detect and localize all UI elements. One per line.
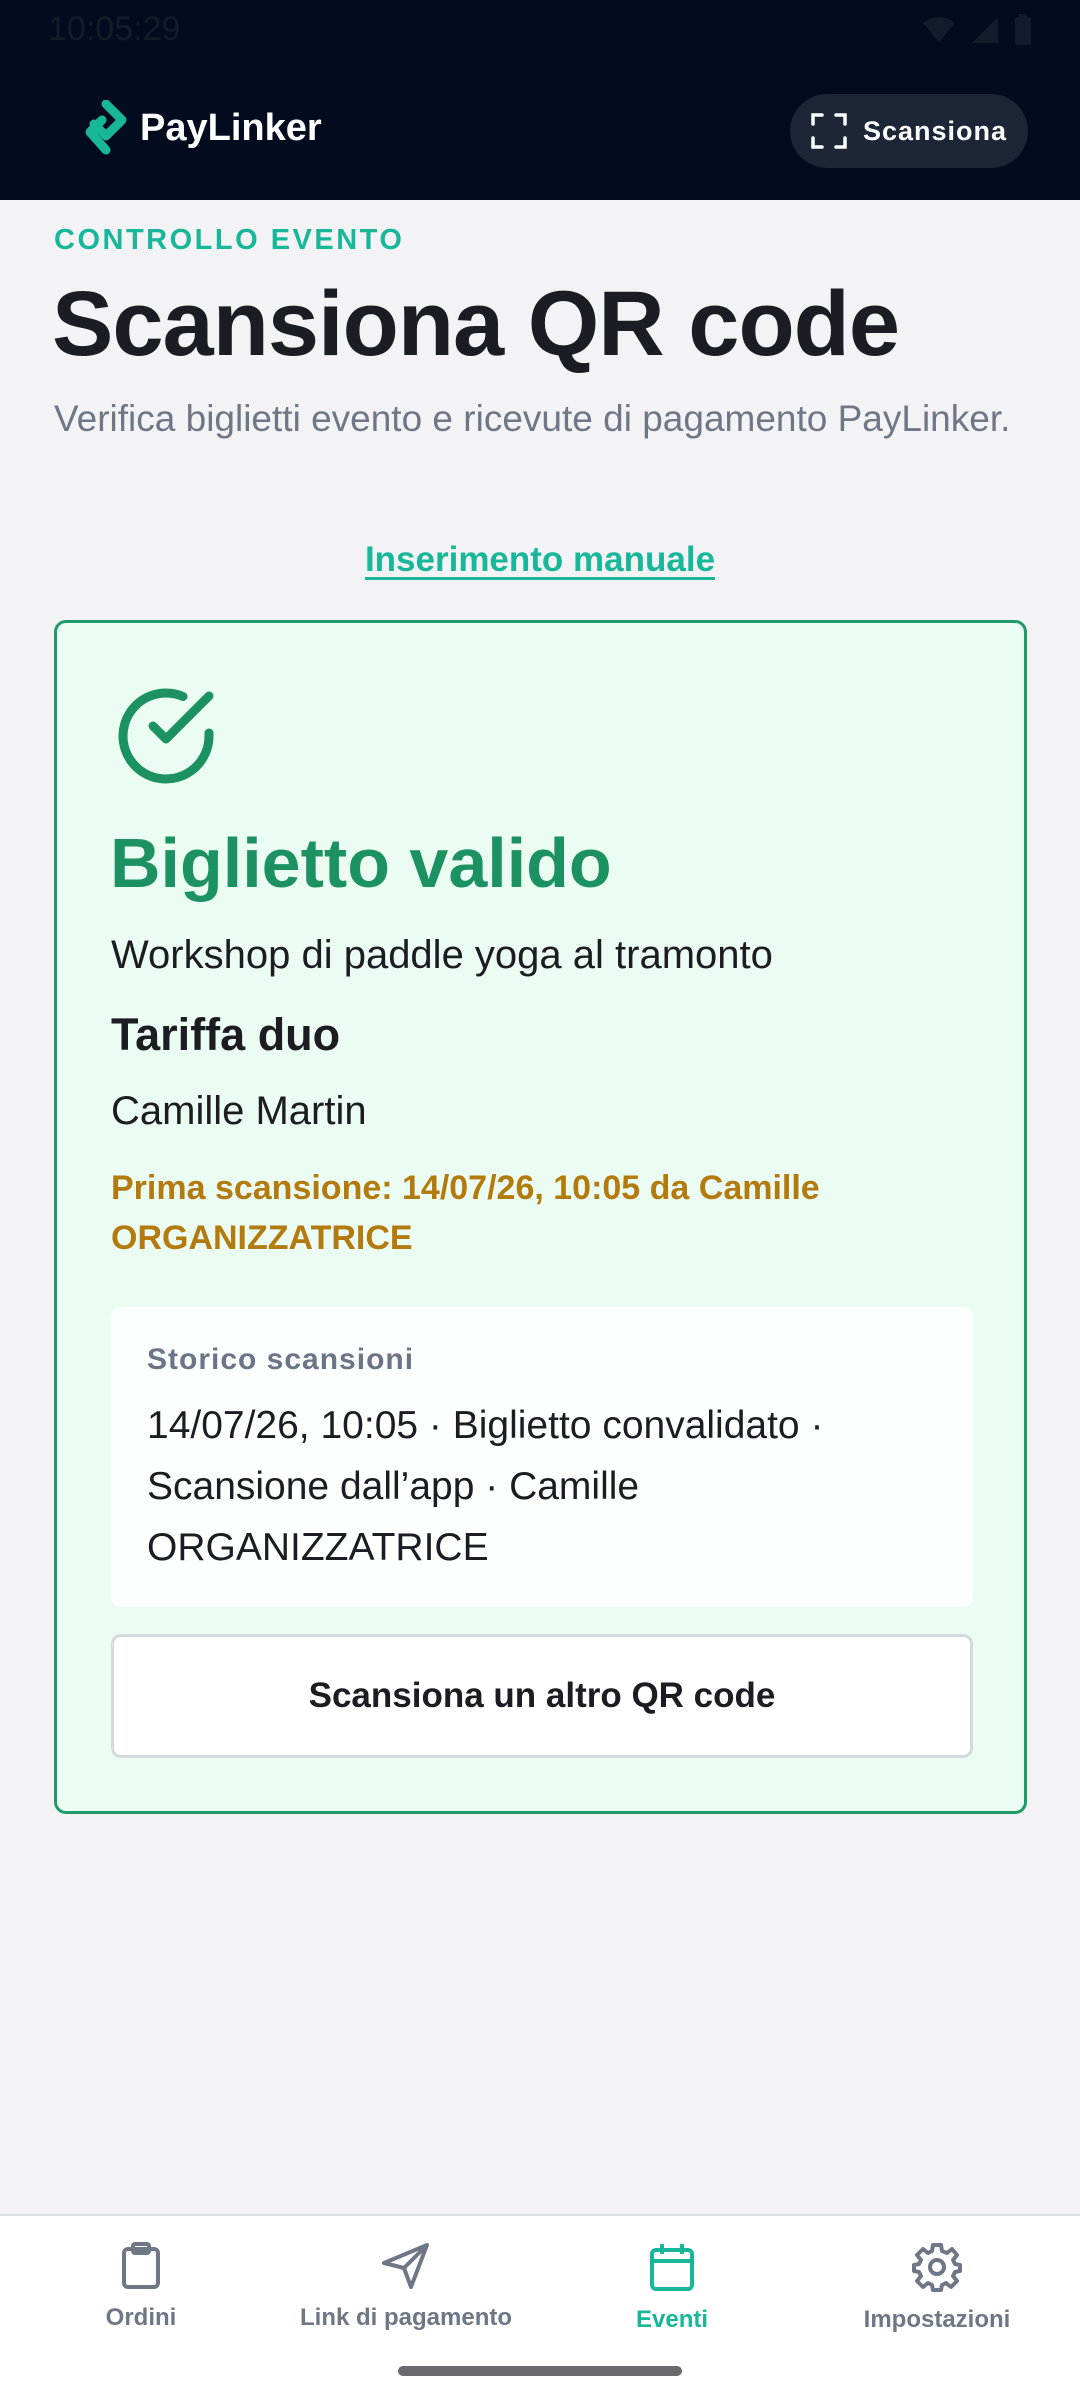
nav-item-link-pagamento[interactable]: Link di pagamento: [271, 2242, 541, 2332]
nav-item-eventi[interactable]: Eventi: [537, 2242, 807, 2334]
page-title: Scansiona QR code: [52, 273, 900, 375]
scan-history-entry: 14/07/26, 10:05 · Biglietto convalidato …: [147, 1404, 824, 1569]
app-header: PayLinker Scansiona: [0, 60, 1080, 200]
battery-icon: [1015, 14, 1031, 45]
scan-another-button[interactable]: Scansiona un altro QR code: [111, 1634, 973, 1758]
check-circle-icon: [118, 688, 214, 784]
status-bar: 10:05:29: [0, 0, 1080, 60]
wifi-icon: [923, 17, 955, 42]
scan-history-title: Storico scansioni: [147, 1343, 415, 1376]
nav-label-impostazioni: Impostazioni: [863, 2306, 1011, 2333]
paylinker-logo[interactable]: PayLinker: [82, 100, 322, 156]
nav-item-impostazioni[interactable]: Impostazioni: [802, 2242, 1072, 2334]
result-title: Biglietto valido: [110, 824, 612, 902]
ticket-tariff: Tariffa duo: [111, 1009, 341, 1060]
calendar-icon: [650, 2244, 694, 2291]
app-name: PayLinker: [140, 106, 322, 149]
signal-icon: [972, 17, 998, 43]
scan-frame-icon: [811, 113, 847, 149]
send-icon: [382, 2243, 429, 2289]
page-eyebrow: CONTROLLO EVENTO: [54, 224, 405, 256]
status-time: 10:05:29: [48, 10, 181, 48]
paylinker-logo-icon: [85, 100, 127, 155]
first-scan-info: Prima scansione: 14/07/26, 10:05 da Cami…: [111, 1169, 820, 1257]
header-scan-label: Scansiona: [862, 115, 1008, 146]
event-name: Workshop di paddle yoga al tramonto: [111, 933, 773, 977]
clipboard-icon: [122, 2242, 160, 2289]
scan-result-card: Biglietto valido Workshop di paddle yoga…: [54, 620, 1027, 1814]
header-scan-button[interactable]: Scansiona: [790, 94, 1028, 168]
nav-item-ordini[interactable]: Ordini: [6, 2242, 276, 2332]
status-icons: [922, 14, 1032, 46]
scan-history: Storico scansioni 14/07/26, 10:05 · Bigl…: [111, 1307, 973, 1607]
gear-icon: [912, 2243, 962, 2292]
ticket-holder: Camille Martin: [111, 1089, 367, 1133]
gesture-bar[interactable]: [398, 2366, 682, 2376]
nav-label-link-pagamento: Link di pagamento: [299, 2304, 512, 2331]
nav-label-eventi: Eventi: [635, 2306, 709, 2333]
manual-entry-link[interactable]: Inserimento manuale: [0, 540, 1080, 580]
nav-label-ordini: Ordini: [105, 2304, 177, 2331]
page-subtitle: Verifica biglietti evento e ricevute di …: [54, 398, 1011, 439]
